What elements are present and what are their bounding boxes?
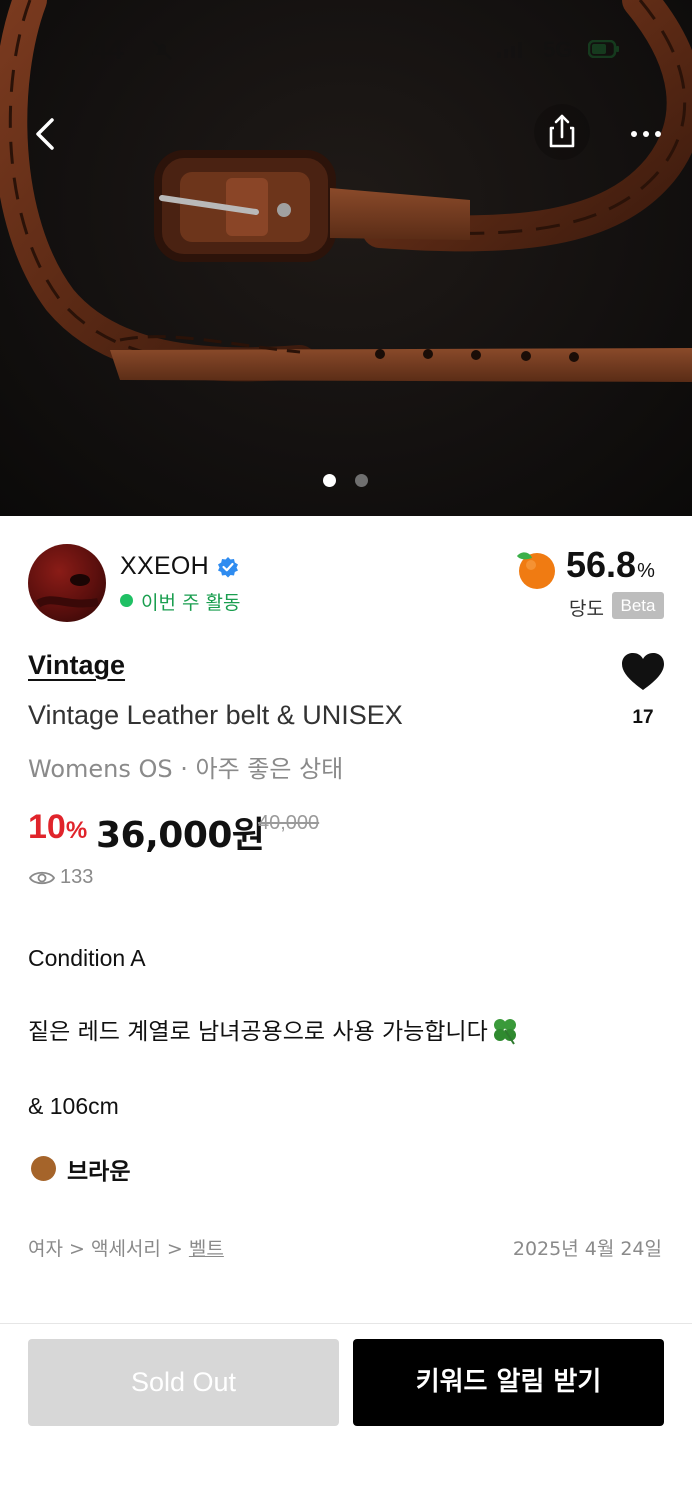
sold-out-button: Sold Out <box>28 1339 339 1426</box>
battery-icon <box>588 40 619 58</box>
seller-activity: 이번 주 활동 <box>141 592 241 614</box>
color-swatch <box>31 1156 56 1181</box>
like-heart-icon[interactable] <box>621 652 665 692</box>
category-level-2[interactable]: 액세서리 <box>91 1238 161 1260</box>
category-breadcrumb: 여자 > 액세서리 > 벨트 <box>28 1234 224 1261</box>
category-level-1[interactable]: 여자 <box>28 1238 63 1260</box>
back-icon[interactable] <box>26 112 66 156</box>
sweetness-fruit-icon <box>517 552 555 589</box>
view-count: 133 <box>60 866 94 888</box>
breadcrumb-separator: > <box>160 1238 189 1260</box>
network-type: 5G <box>543 37 573 62</box>
description-line: 짙은 레드 계열로 남녀공용으로 사용 가능합니다 <box>28 1012 520 1046</box>
description-text: 짙은 레드 계열로 남녀공용으로 사용 가능합니다 <box>28 1019 488 1045</box>
sweetness-label: 당도 <box>569 598 604 620</box>
carousel-dot[interactable] <box>355 474 368 487</box>
status-time: 44 <box>92 34 124 65</box>
share-icon[interactable] <box>534 104 590 160</box>
color-name: 브라운 <box>67 1159 131 1185</box>
posted-date: 2025년 4월 24일 <box>512 1238 662 1260</box>
seller-name[interactable]: XXEOH <box>120 552 209 581</box>
seller-avatar[interactable] <box>28 544 106 622</box>
like-count: 17 <box>632 707 654 728</box>
discount-rate: 10% <box>28 808 88 846</box>
beta-badge: Beta <box>612 592 664 619</box>
footer-divider <box>0 1323 692 1324</box>
four-leaf-clover-icon <box>493 1019 516 1045</box>
more-options-icon[interactable] <box>624 114 668 154</box>
signal-icon <box>497 42 522 58</box>
verified-badge-icon <box>218 557 238 578</box>
product-size-condition: Womens OS · 아주 좋은 상태 <box>28 755 344 783</box>
carousel-indicator <box>323 474 371 488</box>
avatar-image <box>35 574 99 608</box>
sweetness-score: 56.8% <box>566 544 655 585</box>
description-line: & 106cm <box>28 1093 119 1119</box>
belt-photo <box>0 0 692 382</box>
description-line: Condition A <box>28 945 146 971</box>
original-price: 40,000 <box>258 812 320 834</box>
sale-price: 36,000원 <box>96 815 265 856</box>
keyword-alert-button[interactable]: 키워드 알림 받기 <box>353 1339 664 1426</box>
eye-icon <box>29 871 55 885</box>
product-title: Vintage Leather belt & UNISEX <box>28 700 403 730</box>
brand-link[interactable]: Vintage <box>28 650 125 681</box>
product-image-carousel[interactable]: 44 5G <box>0 0 692 516</box>
category-level-3[interactable]: 벨트 <box>189 1238 224 1260</box>
breadcrumb-separator: > <box>62 1238 91 1260</box>
status-bar: 44 5G <box>0 34 692 70</box>
silent-bell-icon <box>152 40 172 60</box>
activity-status-dot <box>120 594 133 607</box>
carousel-dot-active[interactable] <box>323 474 336 487</box>
